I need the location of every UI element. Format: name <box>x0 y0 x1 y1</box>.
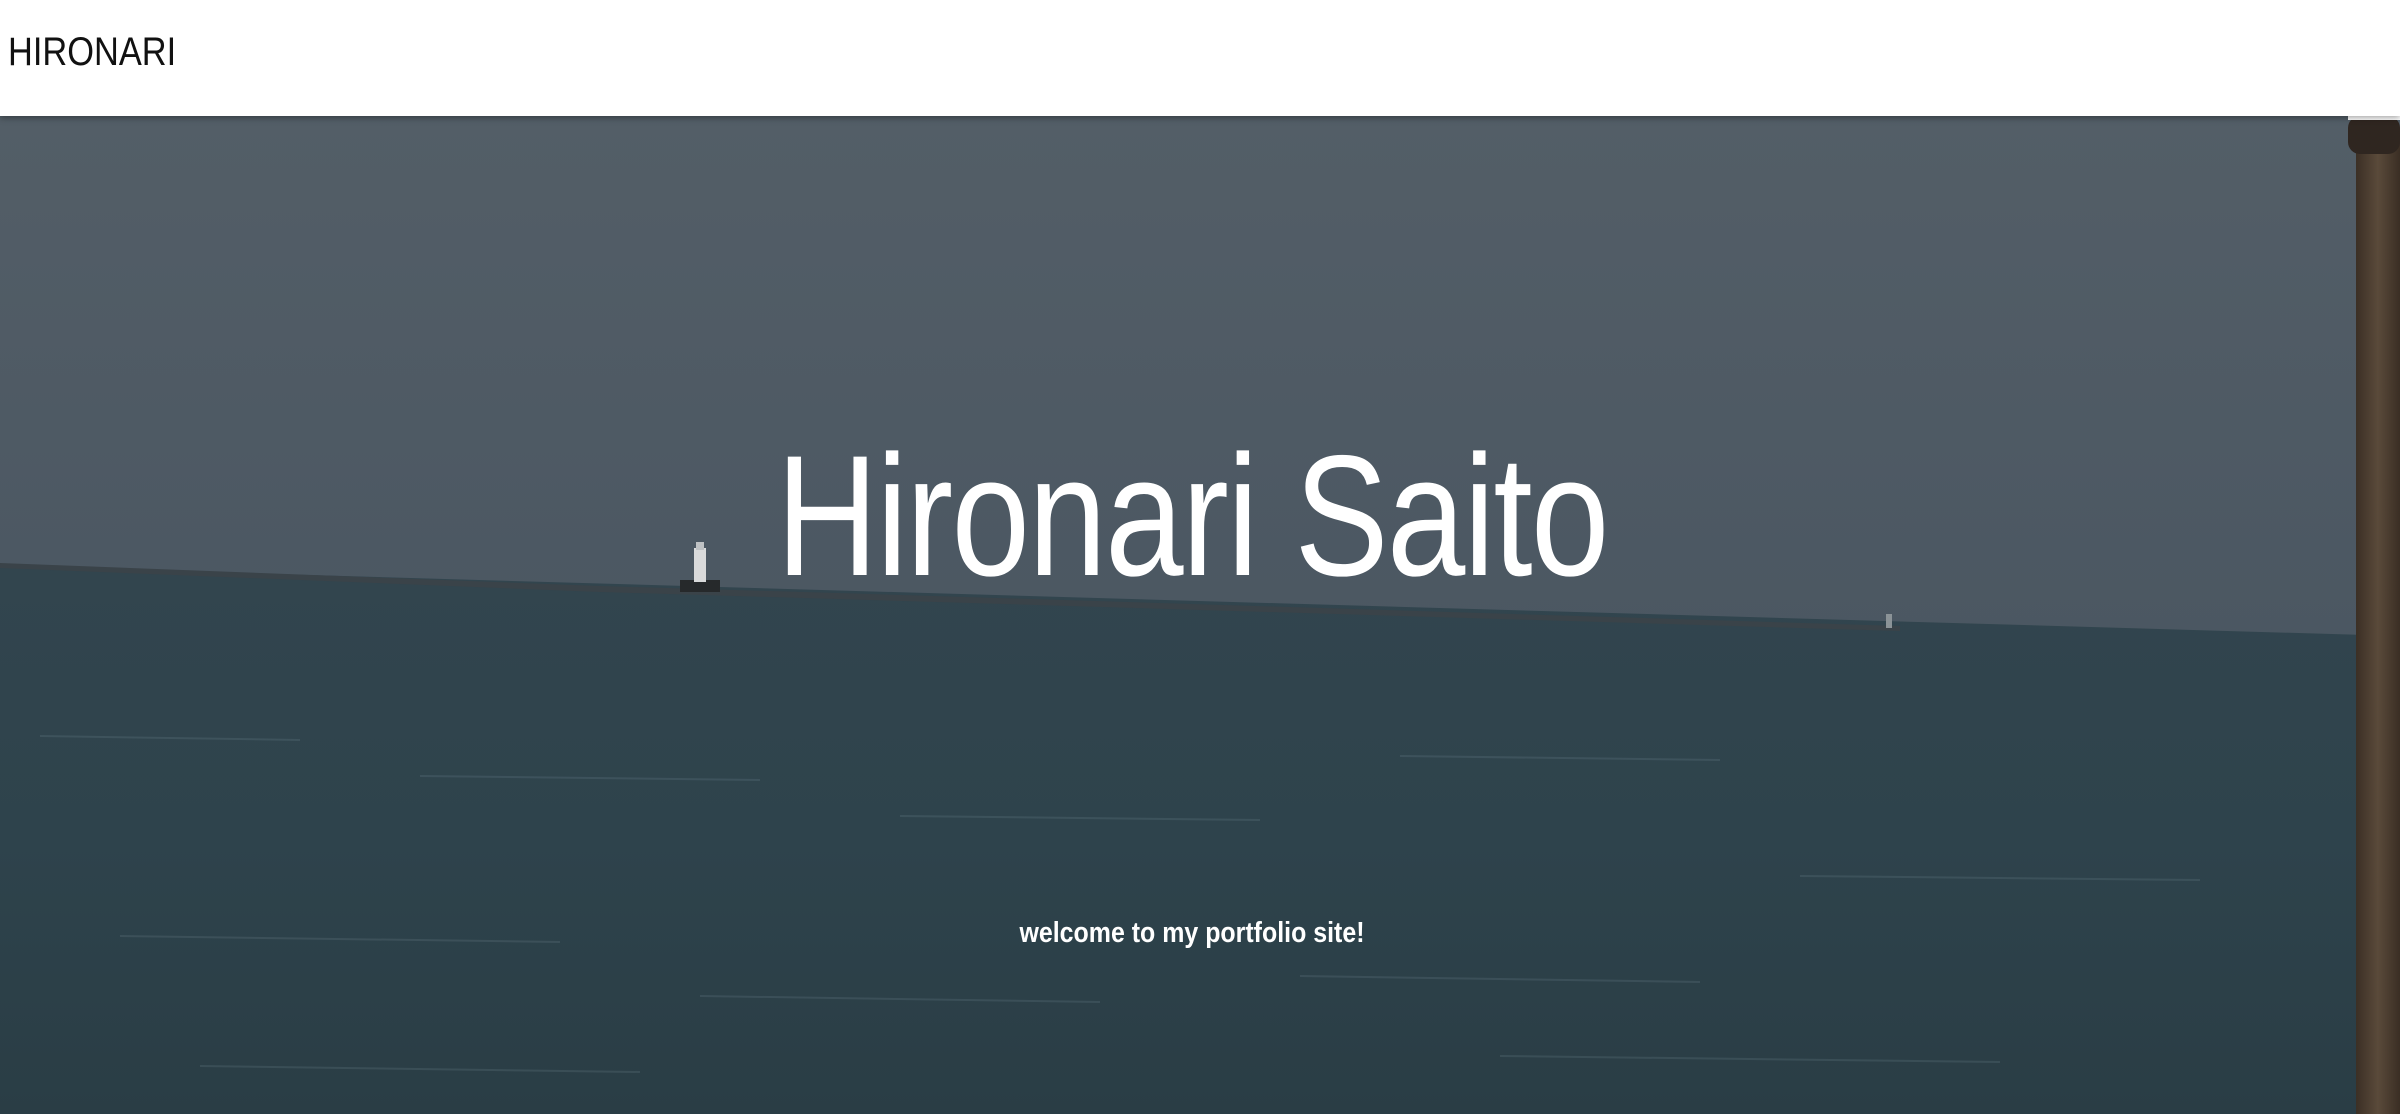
wooden-post <box>2356 136 2400 1114</box>
sea <box>0 566 2400 1114</box>
hero-subtitle: welcome to my portfolio site! <box>1019 917 1365 949</box>
navbar: HIRONARI <box>0 0 2400 116</box>
hero-section: Hironari Saito welcome to my portfolio s… <box>0 116 2400 1114</box>
hero-title: Hironari Saito <box>776 420 1609 613</box>
brand-logo-link[interactable]: HIRONARI <box>8 26 176 78</box>
